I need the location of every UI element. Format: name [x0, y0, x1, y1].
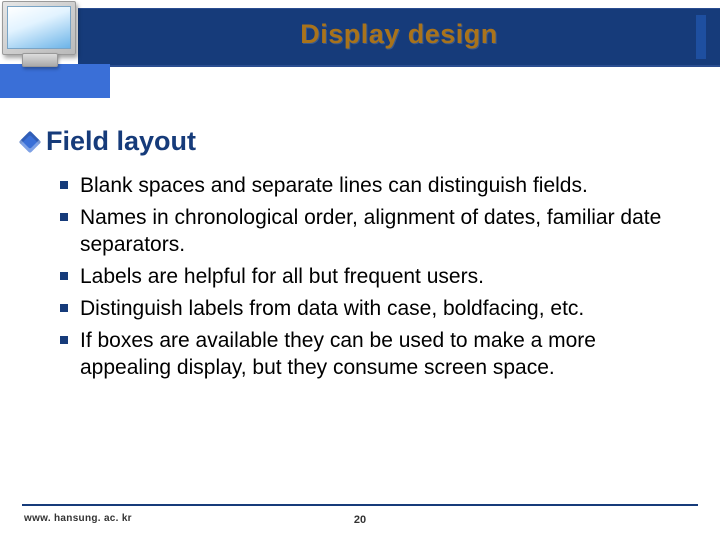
list-item: If boxes are available they can be used … [60, 327, 688, 382]
title-bar: Display design [78, 8, 720, 67]
footer-divider [22, 504, 698, 506]
list-item: Blank spaces and separate lines can dist… [60, 172, 688, 200]
monitor-icon [2, 1, 76, 69]
bullet-text: If boxes are available they can be used … [80, 327, 688, 382]
bullet-text: Distinguish labels from data with case, … [80, 295, 584, 323]
slide-title: Display design [78, 19, 720, 50]
square-bullet-icon [60, 336, 68, 344]
diamond-bullet-icon [19, 130, 42, 153]
header-accent-block [0, 64, 110, 98]
list-item: Names in chronological order, alignment … [60, 204, 688, 259]
list-item: Labels are helpful for all but frequent … [60, 263, 688, 291]
bullet-text: Labels are helpful for all but frequent … [80, 263, 484, 291]
page-number: 20 [0, 514, 720, 526]
bullet-text: Blank spaces and separate lines can dist… [80, 172, 588, 200]
bullet-text: Names in chronological order, alignment … [80, 204, 688, 259]
bullet-list: Blank spaces and separate lines can dist… [60, 172, 688, 386]
square-bullet-icon [60, 213, 68, 221]
square-bullet-icon [60, 181, 68, 189]
list-item: Distinguish labels from data with case, … [60, 295, 688, 323]
section-heading: Field layout [22, 126, 196, 157]
square-bullet-icon [60, 304, 68, 312]
slide: Display design Field layout Blank spaces… [0, 0, 720, 540]
square-bullet-icon [60, 272, 68, 280]
section-heading-label: Field layout [46, 126, 196, 157]
